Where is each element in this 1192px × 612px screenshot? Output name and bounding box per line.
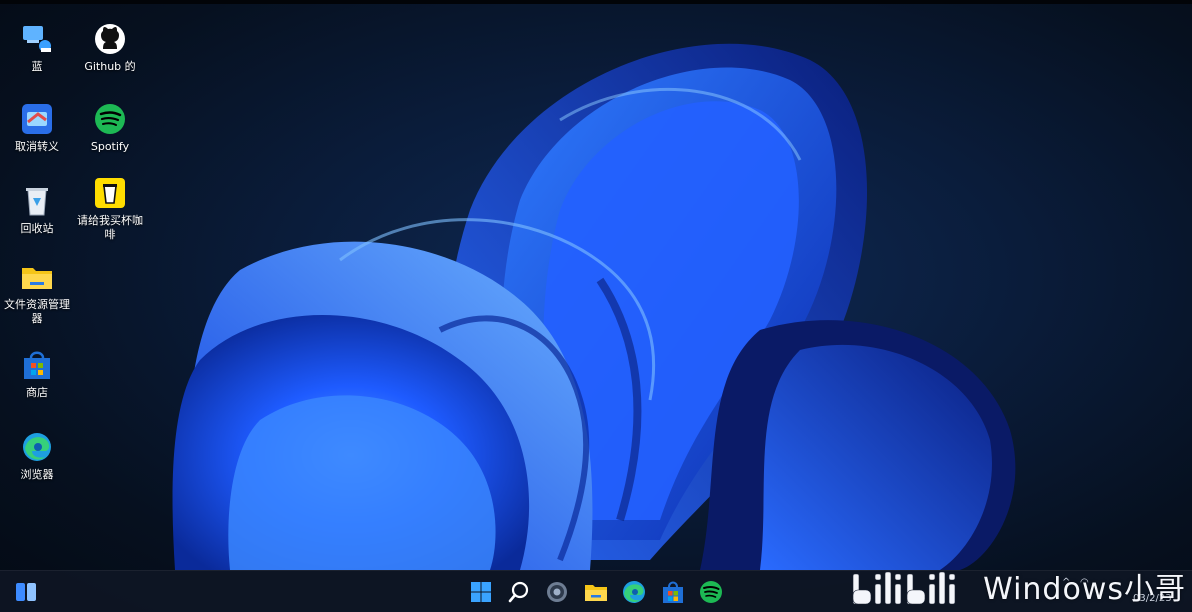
- spotify-icon[interactable]: [698, 579, 724, 605]
- desktop-icon-label: 浏览器: [20, 468, 54, 481]
- desktop-icon-label: 商店: [26, 386, 48, 399]
- desktop-icon-label: 取消转义: [15, 140, 59, 153]
- desktop-icon-recycle-bin[interactable]: 回收站: [1, 184, 73, 236]
- desktop-icon-browser[interactable]: 浏览器: [1, 430, 73, 482]
- wallpaper-bloom: [172, 43, 1016, 570]
- start-icon[interactable]: [468, 579, 494, 605]
- desktop-icon-unescape[interactable]: 取消转义: [1, 102, 73, 154]
- bilibili-logo: [852, 571, 956, 605]
- desktop-icon-label: 文件资源管理器: [4, 298, 70, 325]
- watermark-text: Windows小哥: [983, 572, 1186, 607]
- store-icon: [20, 348, 54, 382]
- coffee-cup-icon: [93, 176, 127, 210]
- app-icon: [20, 102, 54, 136]
- folder-icon: [20, 260, 54, 294]
- edge-icon[interactable]: [621, 579, 647, 605]
- desktop-icon-store[interactable]: 商店: [1, 348, 73, 400]
- store-icon[interactable]: [660, 579, 686, 605]
- desktop-icon-label: Github 的: [84, 60, 136, 73]
- desktop-icon-network[interactable]: 蓝: [1, 22, 73, 74]
- github-icon: [93, 22, 127, 56]
- edge-icon: [20, 430, 54, 464]
- desktop-icon-label: 请给我买杯咖啡: [77, 214, 143, 241]
- spotify-icon: [93, 102, 127, 136]
- settings-icon[interactable]: [544, 579, 570, 605]
- desktop-icon-github[interactable]: Github 的: [74, 22, 146, 74]
- desktop-icon-buy-me-coffee[interactable]: 请给我买杯咖啡: [74, 176, 146, 242]
- network-icon: [20, 22, 54, 56]
- desktop-icon-label: Spotify: [90, 140, 130, 153]
- widgets-icon[interactable]: [13, 579, 39, 605]
- desktop-icon-label: 蓝: [31, 60, 43, 73]
- file-explorer-icon[interactable]: [583, 579, 609, 605]
- desktop-icon-spotify[interactable]: Spotify: [74, 102, 146, 154]
- desktop: 蓝 取消转义 回收站 文件资源管理器 商店 浏览器 Github 的 Spoti…: [0, 0, 1192, 611]
- search-icon[interactable]: [506, 579, 532, 605]
- desktop-icon-label: 回收站: [20, 222, 54, 235]
- desktop-icon-file-explorer[interactable]: 文件资源管理器: [1, 260, 73, 326]
- recycle-bin-icon: [20, 184, 54, 218]
